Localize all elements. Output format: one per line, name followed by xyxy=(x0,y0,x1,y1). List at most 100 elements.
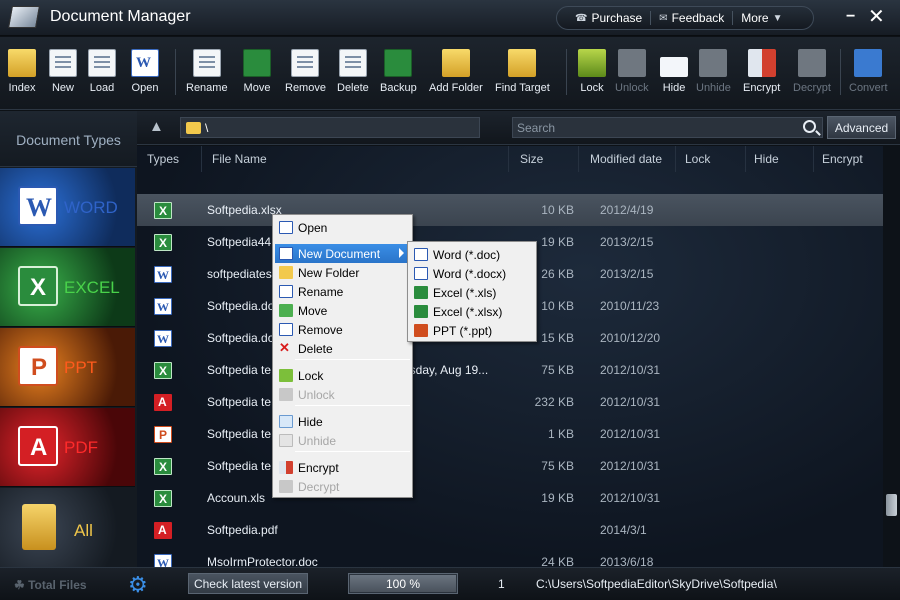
backup-icon xyxy=(384,49,413,77)
toolbar-unhide-button[interactable]: Unhide xyxy=(696,49,731,94)
sidebar-item-word[interactable]: WORD xyxy=(0,168,135,247)
sidebar-item-excel[interactable]: EXCEL xyxy=(0,248,135,327)
powerpoint-file-icon xyxy=(154,426,172,443)
context-menu-item-delete[interactable]: ✕ Delete xyxy=(275,339,410,358)
toolbar-find-target-button[interactable]: Find Target xyxy=(495,49,550,94)
path-input[interactable]: \ xyxy=(180,117,480,138)
search-icon[interactable] xyxy=(803,120,816,133)
column-header-size[interactable]: Size xyxy=(509,146,579,172)
submenu-item-word-docx[interactable]: Word (*.docx) xyxy=(410,264,534,283)
toolbar-rename-button[interactable]: Rename xyxy=(186,49,228,94)
file-name: softpediates xyxy=(207,267,272,281)
table-row[interactable]: MsoIrmProtector.doc 24 KB 2013/6/18 xyxy=(137,546,883,567)
menu-item-label: Decrypt xyxy=(298,480,340,494)
submenu-item-excel-xlsx[interactable]: Excel (*.xlsx) xyxy=(410,302,534,321)
word-file-icon xyxy=(154,298,172,315)
context-menu-item-rename[interactable]: Rename xyxy=(275,282,410,301)
context-menu-item-lock[interactable]: Lock xyxy=(275,366,410,385)
sidebar-item-ppt[interactable]: PPT xyxy=(0,328,135,407)
context-menu-item-unhide[interactable]: Unhide xyxy=(275,431,410,450)
toolbar-remove-button[interactable]: Remove xyxy=(285,49,326,94)
column-header-types[interactable]: Types xyxy=(137,146,202,172)
file-name: Accoun.xls xyxy=(207,491,266,505)
column-header-modified-date[interactable]: Modified date xyxy=(579,146,676,172)
sidebar-item-label: EXCEL xyxy=(64,278,120,297)
sidebar-item-all[interactable]: All xyxy=(0,488,135,568)
feedback-label: Feedback xyxy=(671,11,725,25)
table-row[interactable]: Softpedia te 1 KB 2012/10/31 xyxy=(137,418,883,450)
context-menu-item-new-folder[interactable]: New Folder xyxy=(275,263,410,282)
toolbar-encrypt-button[interactable]: Encrypt xyxy=(743,49,780,94)
menu-item-label: Hide xyxy=(298,415,323,429)
move-icon xyxy=(279,304,293,317)
toolbar-lock-button[interactable]: Lock xyxy=(578,49,606,94)
context-menu-item-decrypt[interactable]: Decrypt xyxy=(275,477,410,496)
context-menu-item-move[interactable]: Move xyxy=(275,301,410,320)
column-header-file-name[interactable]: File Name xyxy=(202,146,509,172)
decrypt-icon xyxy=(279,480,293,493)
toolbar-delete-button[interactable]: Delete xyxy=(337,49,369,94)
minimize-button[interactable]: − xyxy=(846,8,855,26)
context-menu-item-remove[interactable]: Remove xyxy=(275,320,410,339)
toolbar-index-button[interactable]: Index xyxy=(8,49,36,94)
purchase-link[interactable]: ☎ Purchase xyxy=(575,11,642,25)
context-menu-item-new-document[interactable]: New Document xyxy=(275,244,410,263)
file-name: Softpedia te xyxy=(207,363,272,377)
table-row[interactable]: Softpedia.xlsx 10 KB 2012/4/19 xyxy=(137,194,883,226)
gear-icon[interactable]: ⚙ xyxy=(128,572,148,598)
menu-item-label: Unlock xyxy=(298,388,335,402)
toolbar-decrypt-button[interactable]: Decrypt xyxy=(793,49,831,94)
file-name: Softpedia te xyxy=(207,459,272,473)
toolbar-backup-button[interactable]: Backup xyxy=(380,49,417,94)
check-latest-version-button[interactable]: Check latest version xyxy=(188,573,308,594)
progress-text: 100 % xyxy=(385,577,421,591)
menu-item-label: Excel (*.xls) xyxy=(433,286,497,300)
toolbar-add-folder-button[interactable]: Add Folder xyxy=(429,49,483,94)
context-menu-item-open[interactable]: Open xyxy=(275,218,410,237)
context-menu-item-encrypt[interactable]: Encrypt xyxy=(275,458,410,477)
more-menu-button[interactable]: More ▼ xyxy=(741,11,782,25)
feedback-link[interactable]: ✉ Feedback xyxy=(659,11,724,25)
scrollbar-thumb[interactable] xyxy=(886,494,897,516)
table-row[interactable]: Softpedia te 232 KB 2012/10/31 xyxy=(137,386,883,418)
table-row[interactable]: Accoun.xls 19 KB 2012/10/31 xyxy=(137,482,883,514)
search-input[interactable]: Search xyxy=(512,117,823,138)
toolbar-load-button[interactable]: Load xyxy=(88,49,116,94)
file-list: Types File Name Size Modified date Lock … xyxy=(137,146,883,567)
decrypt-icon xyxy=(797,49,826,77)
column-header-encrypt[interactable]: Encrypt xyxy=(814,146,883,172)
table-row[interactable]: Softpedia te 75 KB 2012/10/31 xyxy=(137,450,883,482)
table-row[interactable]: Softpedia te esday, Aug 19... 75 KB 2012/10… xyxy=(137,354,883,386)
vertical-scrollbar[interactable] xyxy=(883,146,900,567)
toolbar-convert-button[interactable]: Convert xyxy=(849,49,888,94)
toolbar-separator xyxy=(566,49,567,95)
column-header-hide[interactable]: Hide xyxy=(746,146,814,172)
submenu-item-word-doc[interactable]: Word (*.doc) xyxy=(410,245,534,264)
total-files-text: Total Files xyxy=(28,578,87,592)
toolbar-label: Remove xyxy=(285,82,326,94)
context-menu-item-hide[interactable]: Hide xyxy=(275,412,410,431)
close-button[interactable]: ✕ xyxy=(868,4,885,29)
advanced-search-button[interactable]: Advanced xyxy=(827,116,896,139)
toolbar-unlock-button[interactable]: Unlock xyxy=(615,49,649,94)
toolbar-label: Backup xyxy=(380,82,417,94)
context-menu-item-unlock[interactable]: Unlock xyxy=(275,385,410,404)
powerpoint-icon xyxy=(18,346,58,386)
submenu-item-excel-xls[interactable]: Excel (*.xls) xyxy=(410,283,534,302)
title-bar: Document Manager ☎ Purchase ✉ Feedback Mor… xyxy=(0,0,900,36)
toolbar-hide-button[interactable]: Hide xyxy=(660,49,688,94)
excel-file-icon xyxy=(154,234,172,251)
toolbar-open-button[interactable]: Open xyxy=(131,49,159,94)
menu-item-label: Open xyxy=(298,221,328,235)
menu-item-label: Encrypt xyxy=(298,461,339,475)
sidebar-item-pdf[interactable]: PDF xyxy=(0,408,135,487)
total-files-icon: ☘ xyxy=(14,578,29,592)
up-arrow-icon[interactable]: ▲ xyxy=(149,118,164,135)
submenu-item-ppt-ppt[interactable]: PPT (*.ppt) xyxy=(410,321,534,340)
menu-item-label: Unhide xyxy=(298,434,337,448)
toolbar-new-button[interactable]: New xyxy=(49,49,77,94)
toolbar-move-button[interactable]: Move xyxy=(243,49,271,94)
feedback-icon: ✉ xyxy=(659,12,668,24)
table-row[interactable]: Softpedia.pdf 2014/3/1 xyxy=(137,514,883,546)
column-header-lock[interactable]: Lock xyxy=(676,146,746,172)
